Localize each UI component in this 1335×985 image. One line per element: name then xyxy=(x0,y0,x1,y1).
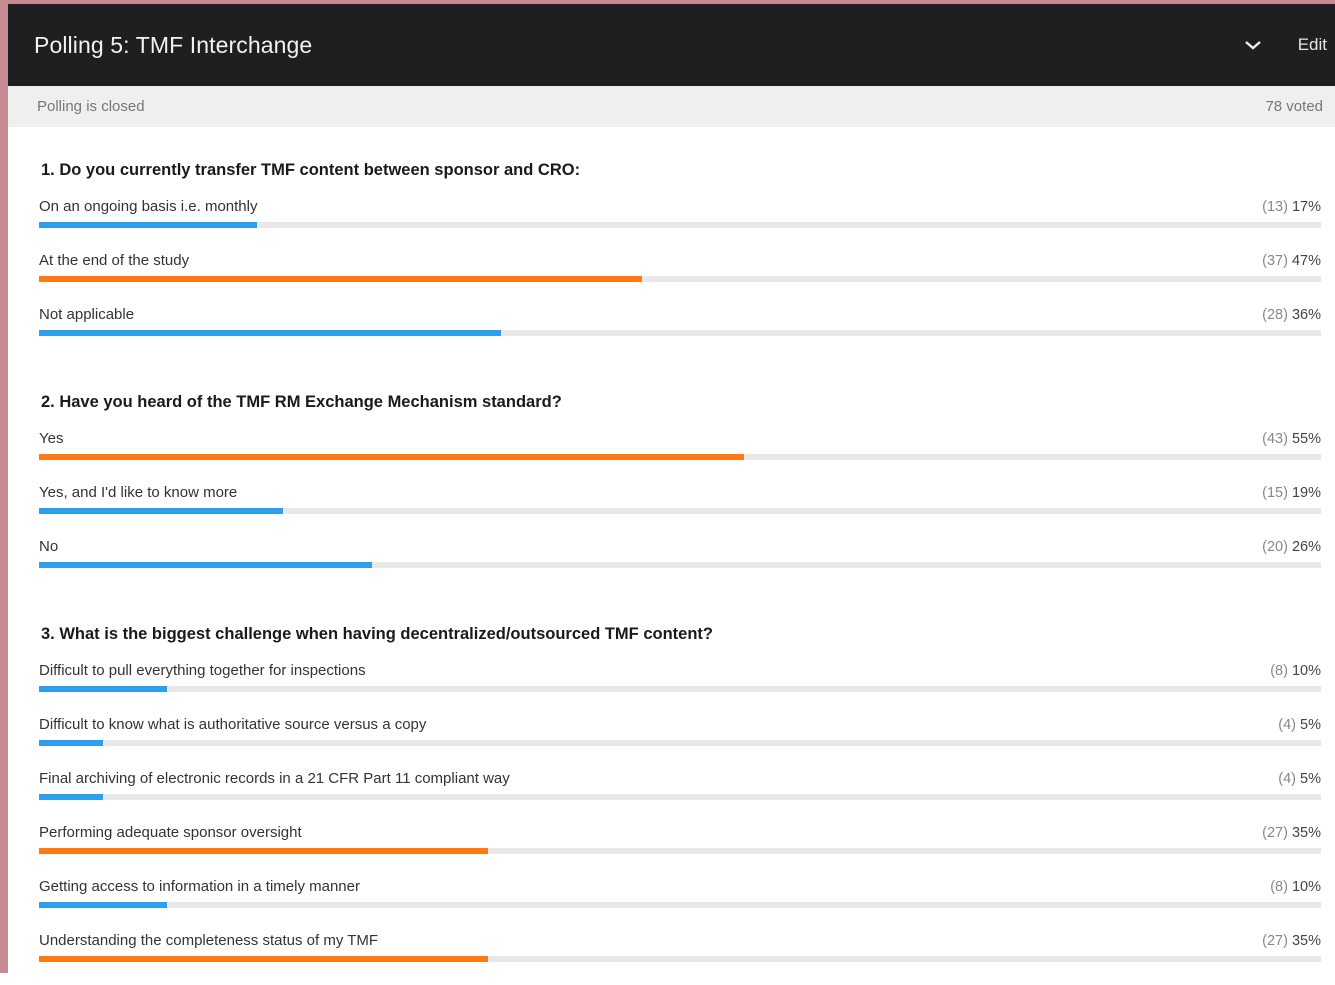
option-vote-count: (27) xyxy=(1262,933,1288,949)
option-vote-count: (15) xyxy=(1262,485,1288,501)
result-bar-fill xyxy=(39,330,501,336)
option-percent: 35% xyxy=(1291,933,1321,949)
option-percent: 55% xyxy=(1291,431,1321,447)
result-bar-fill xyxy=(39,222,257,228)
option-label: Performing adequate sponsor oversight xyxy=(39,824,302,841)
option-percent: 26% xyxy=(1291,539,1321,555)
option-result: (8) 10% xyxy=(1270,661,1321,681)
result-bar-track xyxy=(39,902,1321,908)
option-label: Final archiving of electronic records in… xyxy=(39,770,510,787)
result-bar-track xyxy=(39,794,1321,800)
option-label: At the end of the study xyxy=(39,252,190,269)
option-percent: 5% xyxy=(1300,717,1321,733)
option-label: On an ongoing basis i.e. monthly xyxy=(39,198,258,215)
result-bar-track xyxy=(39,686,1321,692)
option-percent: 47% xyxy=(1291,253,1321,269)
result-bar-fill xyxy=(39,956,488,962)
option-vote-count: (43) xyxy=(1262,431,1288,447)
poll-option: Yes (43) 55% xyxy=(39,429,1321,483)
result-bar-track xyxy=(39,508,1321,514)
option-vote-count: (4) xyxy=(1278,771,1296,787)
result-bar-track xyxy=(39,740,1321,746)
poll-option: No (20) 26% xyxy=(39,537,1321,591)
option-label: Difficult to pull everything together fo… xyxy=(39,662,366,679)
option-result: (20) 26% xyxy=(1262,537,1321,557)
result-bar-fill xyxy=(39,794,104,800)
option-label: Not applicable xyxy=(39,306,135,323)
option-percent: 5% xyxy=(1300,771,1321,787)
option-result: (13) 17% xyxy=(1262,197,1321,217)
option-vote-count: (28) xyxy=(1262,307,1288,323)
result-bar-track xyxy=(39,562,1321,568)
poll-results: 1. Do you currently transfer TMF content… xyxy=(39,127,1321,985)
option-vote-count: (13) xyxy=(1262,199,1288,215)
result-bar-fill xyxy=(39,508,283,514)
chevron-down-icon[interactable] xyxy=(1242,34,1264,56)
poll-question: 1. Do you currently transfer TMF content… xyxy=(41,161,581,179)
option-result: (43) 55% xyxy=(1262,429,1321,449)
option-percent: 36% xyxy=(1291,307,1321,323)
option-label: Getting access to information in a timel… xyxy=(39,878,360,895)
option-percent: 10% xyxy=(1291,663,1321,679)
option-result: (27) 35% xyxy=(1262,823,1321,843)
result-bar-fill xyxy=(39,562,373,568)
option-label: No xyxy=(39,538,59,555)
option-result: (8) 10% xyxy=(1270,877,1321,897)
option-percent: 19% xyxy=(1291,485,1321,501)
result-bar-track xyxy=(39,956,1321,962)
poll-option: Difficult to know what is authoritative … xyxy=(39,715,1321,769)
option-vote-count: (8) xyxy=(1270,663,1288,679)
option-result: (27) 35% xyxy=(1262,931,1321,951)
option-result: (37) 47% xyxy=(1262,251,1321,271)
option-label: Difficult to know what is authoritative … xyxy=(39,716,427,733)
result-bar-fill xyxy=(39,686,168,692)
option-vote-count: (37) xyxy=(1262,253,1288,269)
result-bar-fill xyxy=(39,848,488,854)
result-bar-track xyxy=(39,222,1321,228)
result-bar-fill xyxy=(39,902,168,908)
poll-question: 3. What is the biggest challenge when ha… xyxy=(41,625,713,643)
poll-option: On an ongoing basis i.e. monthly (13) 17% xyxy=(39,197,1321,251)
option-label: Yes xyxy=(39,430,64,447)
poll-option: At the end of the study (37) 47% xyxy=(39,251,1321,305)
poll-state: Polling is closed xyxy=(37,98,145,115)
poll-status-bar: Polling is closed 78 voted xyxy=(8,86,1335,127)
option-result: (4) 5% xyxy=(1278,715,1321,735)
option-result: (15) 19% xyxy=(1262,483,1321,503)
poll-option: Understanding the completeness status of… xyxy=(39,931,1321,985)
poll-question: 2. Have you heard of the TMF RM Exchange… xyxy=(41,393,562,411)
poll-option: Getting access to information in a timel… xyxy=(39,877,1321,931)
option-vote-count: (4) xyxy=(1278,717,1296,733)
result-bar-track xyxy=(39,454,1321,460)
option-label: Understanding the completeness status of… xyxy=(39,932,379,949)
option-vote-count: (27) xyxy=(1262,825,1288,841)
poll-title: Polling 5: TMF Interchange xyxy=(34,31,313,58)
poll-option: Difficult to pull everything together fo… xyxy=(39,661,1321,715)
option-result: (4) 5% xyxy=(1278,769,1321,789)
result-bar-track xyxy=(39,276,1321,282)
poll-option: Final archiving of electronic records in… xyxy=(39,769,1321,823)
option-label: Yes, and I'd like to know more xyxy=(39,484,238,501)
option-percent: 35% xyxy=(1291,825,1321,841)
poll-option: Yes, and I'd like to know more (15) 19% xyxy=(39,483,1321,537)
result-bar-fill xyxy=(39,454,745,460)
poll-option: Not applicable (28) 36% xyxy=(39,305,1321,359)
poll-option: Performing adequate sponsor oversight (27… xyxy=(39,823,1321,877)
option-percent: 10% xyxy=(1291,879,1321,895)
option-result: (28) 36% xyxy=(1262,305,1321,325)
edit-button[interactable]: Edit xyxy=(1298,4,1327,86)
option-vote-count: (20) xyxy=(1262,539,1288,555)
result-bar-fill xyxy=(39,276,642,282)
vote-count: 78 voted xyxy=(1265,98,1323,115)
poll-header: Polling 5: TMF Interchange Edit xyxy=(8,4,1335,86)
result-bar-fill xyxy=(39,740,104,746)
result-bar-track xyxy=(39,330,1321,336)
option-vote-count: (8) xyxy=(1270,879,1288,895)
result-bar-track xyxy=(39,848,1321,854)
option-percent: 17% xyxy=(1291,199,1321,215)
